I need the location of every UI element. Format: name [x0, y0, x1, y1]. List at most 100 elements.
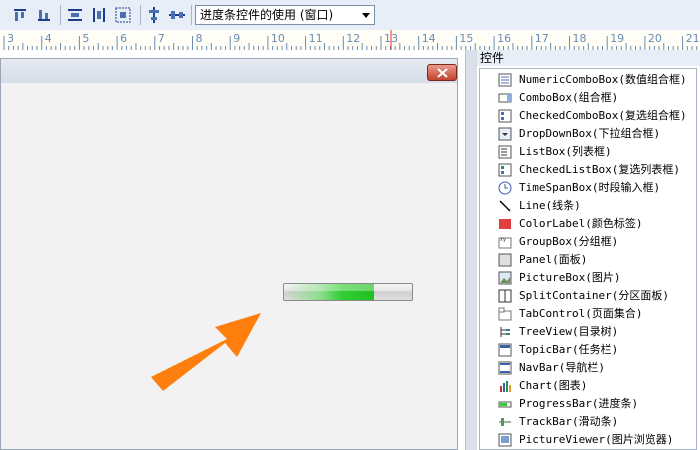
toolbox-item[interactable]: Panel(面板) [498, 251, 693, 269]
toolbox-item-label: TreeView(目录树) [519, 325, 619, 338]
checked-combobox-icon [498, 109, 512, 123]
split-container-icon [498, 289, 512, 303]
progress-bar-shine [284, 284, 412, 292]
toolbox-item-label: TabControl(页面集合) [519, 307, 643, 320]
panel-splitter[interactable] [465, 50, 477, 450]
ruler-label: 11 [308, 32, 323, 45]
toolbox-item[interactable]: TreeView(目录树) [498, 323, 693, 341]
toolbox-item-label: PictureViewer(图片浏览器) [519, 433, 674, 446]
toolbox-item[interactable]: CheckedListBox(复选列表框) [498, 161, 693, 179]
toolbox-item[interactable]: ProgressBar(进度条) [498, 395, 693, 413]
form-selector-value: 进度条控件的使用 (窗口) [200, 8, 334, 22]
toolbox-item[interactable]: Line(线条) [498, 197, 693, 215]
toolbox-item[interactable]: TabControl(页面集合) [498, 305, 693, 323]
toolbox-item-label: NumericComboBox(数值组合框) [519, 73, 687, 86]
panel-icon [498, 253, 512, 267]
space-horizontal-icon[interactable] [67, 7, 83, 23]
toolbox-item[interactable]: ComboBox(组合框) [498, 89, 693, 107]
progress-bar-control[interactable] [283, 283, 413, 301]
topicbar-icon [498, 343, 512, 357]
combobox-icon [498, 93, 512, 103]
toolbox-item[interactable]: TopicBar(任务栏) [498, 341, 693, 359]
toolbar-separator [60, 5, 61, 25]
ruler-label: 19 [610, 32, 625, 45]
toolbox-title: 控件 [477, 50, 700, 66]
toolbar-separator [191, 5, 192, 25]
toolbox-item[interactable]: NumericComboBox(数值组合框) [498, 71, 693, 89]
toolbox-item-label: NavBar(导航栏) [519, 361, 605, 374]
close-button[interactable] [427, 64, 457, 81]
ruler-label: 20 [647, 32, 662, 45]
form-title-bar[interactable] [1, 59, 457, 83]
toolbox-item-label: TimeSpanBox(时段输入框) [519, 181, 661, 194]
picture-icon [498, 271, 512, 285]
toolbox-item-label: ColorLabel(颜色标签) [519, 217, 643, 230]
toolbox-item-label: TopicBar(任务栏) [519, 343, 619, 356]
ruler-label: 3 [7, 32, 14, 45]
picture-viewer-icon [498, 433, 512, 447]
navbar-icon [498, 361, 512, 375]
toolbox-item[interactable]: xy GroupBox(分组框) [498, 233, 693, 251]
toolbox-item[interactable]: CheckedComboBox(复选组合框) [498, 107, 693, 125]
toolbox-item-label: Line(线条) [519, 199, 581, 212]
listbox-icon [498, 145, 512, 159]
ruler-label: 14 [421, 32, 436, 45]
ruler-label: 17 [534, 32, 549, 45]
ruler-label: 15 [459, 32, 474, 45]
toolbox-item-label: SplitContainer(分区面板) [519, 289, 669, 302]
toolbox-item-label: ComboBox(组合框) [519, 91, 619, 104]
toolbox-item[interactable]: TimeSpanBox(时段输入框) [498, 179, 693, 197]
toolbox-item-label: GroupBox(分组框) [519, 235, 619, 248]
toolbox-item[interactable]: ListBox(列表框) [498, 143, 693, 161]
toolbox-item-label: CheckedListBox(复选列表框) [519, 163, 680, 176]
align-bottom-icon[interactable] [36, 7, 52, 23]
toolbox-item[interactable]: Chart(图表) [498, 377, 693, 395]
ruler-label: 6 [120, 32, 128, 45]
center-vertical-icon[interactable] [146, 7, 162, 23]
toolbox-item-label: ProgressBar(进度条) [519, 397, 639, 410]
toolbox-item-label: ListBox(列表框) [519, 145, 612, 158]
annotation-arrow-icon [151, 313, 261, 391]
toolbox-item[interactable]: NavBar(导航栏) [498, 359, 693, 377]
ruler-label: 16 [497, 32, 512, 45]
numeric-combobox-icon [498, 73, 512, 87]
toolbar-separator [140, 5, 141, 25]
ruler-label: 13 [384, 32, 398, 45]
toolbox-item-label: Panel(面板) [519, 253, 588, 266]
toolbox-item[interactable]: PictureViewer(图片浏览器) [498, 431, 693, 449]
toolbox-item[interactable]: SplitContainer(分区面板) [498, 287, 693, 305]
horizontal-ruler: 3 4 5 6 7 8 9 10 11 12 13 14 15 16 17 18 19 20 21 [0, 30, 700, 51]
center-horizontal-icon[interactable] [169, 7, 185, 23]
ruler-label: 9 [233, 32, 241, 45]
center-icon[interactable] [115, 7, 131, 23]
ruler-label: 18 [572, 32, 587, 45]
toolbox-panel: 控件 NumericComboBox(数值组合框) ComboBox(组合框) Ch… [477, 50, 700, 450]
ruler-label: 21 [685, 32, 700, 45]
ruler-label: 10 [270, 32, 285, 45]
ruler-label: 8 [195, 32, 203, 45]
form-selector-dropdown[interactable]: 进度条控件的使用 (窗口) [195, 5, 375, 25]
align-top-icon[interactable] [12, 7, 28, 23]
treeview-icon [500, 327, 510, 337]
toolbox-item[interactable]: TrackBar(滑动条) [498, 413, 693, 431]
chart-icon [500, 381, 511, 392]
toolbox-list: NumericComboBox(数值组合框) ComboBox(组合框) Check… [479, 68, 697, 450]
toolbox-item-label: TrackBar(滑动条) [519, 415, 619, 428]
ruler-label: 12 [346, 32, 361, 45]
toolbox-item[interactable]: PictureBox(图片) [498, 269, 693, 287]
toolbox-item[interactable]: DropDownBox(下拉组合框) [498, 125, 693, 143]
toolbox-item[interactable]: ColorLabel(颜色标签) [498, 215, 693, 233]
groupbox-icon: xy [498, 237, 512, 249]
ruler-label: 7 [157, 32, 165, 45]
toolbox-item-label: Chart(图表) [519, 379, 588, 392]
chevron-down-icon [362, 13, 370, 18]
tab-control-icon [498, 307, 512, 321]
clock-icon [498, 181, 512, 195]
line-icon [499, 200, 511, 212]
toolbox-item-label: PictureBox(图片) [519, 271, 621, 284]
toolbar: 进度条控件的使用 (窗口) [0, 0, 700, 31]
ruler-label: 4 [44, 32, 52, 45]
toolbox-item-label: DropDownBox(下拉组合框) [519, 127, 661, 140]
space-vertical-icon[interactable] [91, 7, 107, 23]
toolbox-item-label: CheckedComboBox(复选组合框) [519, 109, 687, 122]
